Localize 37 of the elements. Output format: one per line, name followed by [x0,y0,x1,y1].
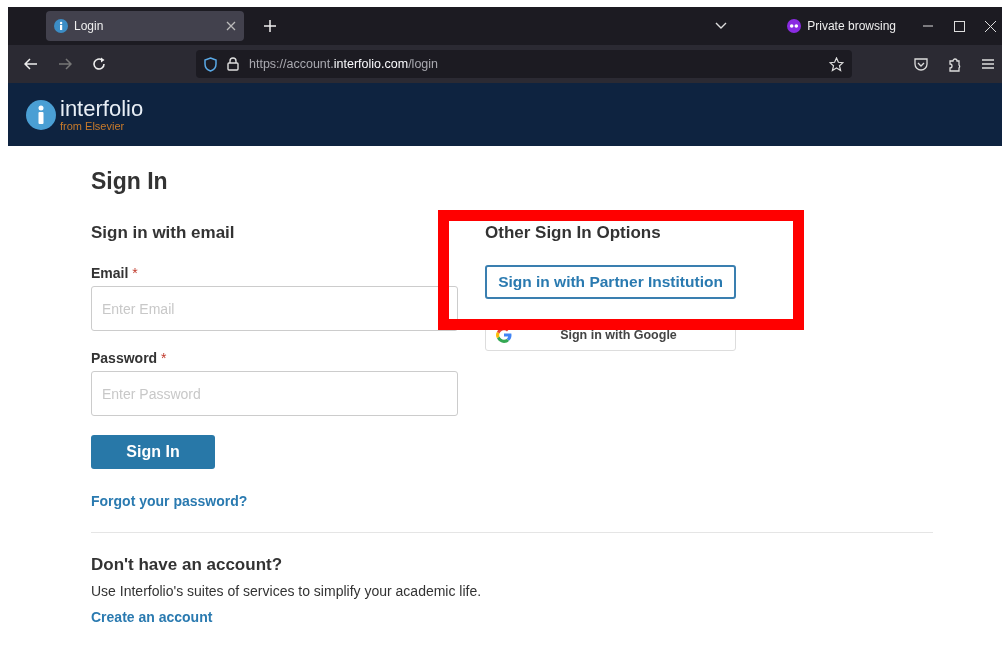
forgot-password-link[interactable]: Forgot your password? [91,493,248,509]
back-icon[interactable] [24,58,38,70]
section-heading: Sign in with email [91,223,235,243]
chevron-down-icon[interactable] [715,22,728,30]
page-title: Sign In [91,168,169,195]
required-marker: * [132,265,138,281]
menu-icon[interactable] [982,58,994,70]
mask-icon [787,19,802,33]
logo-name: interfolio [60,97,144,120]
info-icon [54,19,68,33]
browser-tab[interactable]: Login [46,11,244,41]
maximize-icon[interactable] [954,20,965,32]
puzzle-icon[interactable] [948,56,962,72]
field-label: Email [91,265,129,281]
url-text: https://account.interfolio.com/login [249,57,438,71]
required-marker: * [161,350,167,366]
sign-in-button[interactable]: Sign In [91,435,215,469]
close-icon[interactable] [985,20,996,32]
new-tab-icon[interactable] [264,20,276,32]
section-heading: Don't have an account? [91,555,284,575]
private-browsing-label: Private browsing [807,19,896,33]
create-account-link[interactable]: Create an account [91,609,213,625]
signup-description: Use Interfolio's suites of services to simplify your academic life. [91,583,483,599]
reload-icon[interactable] [92,57,106,71]
shield-icon [204,56,217,72]
partner-sign-in-button[interactable]: Sign in with Partner Institution [485,265,736,299]
logo-tagline: from Elsevier [60,119,126,132]
star-icon[interactable] [829,56,844,72]
close-icon[interactable] [226,21,236,31]
address-bar[interactable]: https://account.interfolio.com/login [196,50,852,78]
lock-icon [227,57,239,71]
section-heading: Other Sign In Options [485,223,662,243]
field-label: Password [91,350,158,366]
logo-icon[interactable] [26,99,56,130]
forward-icon[interactable] [58,58,72,70]
google-icon [496,327,512,343]
pocket-icon[interactable] [914,57,928,71]
